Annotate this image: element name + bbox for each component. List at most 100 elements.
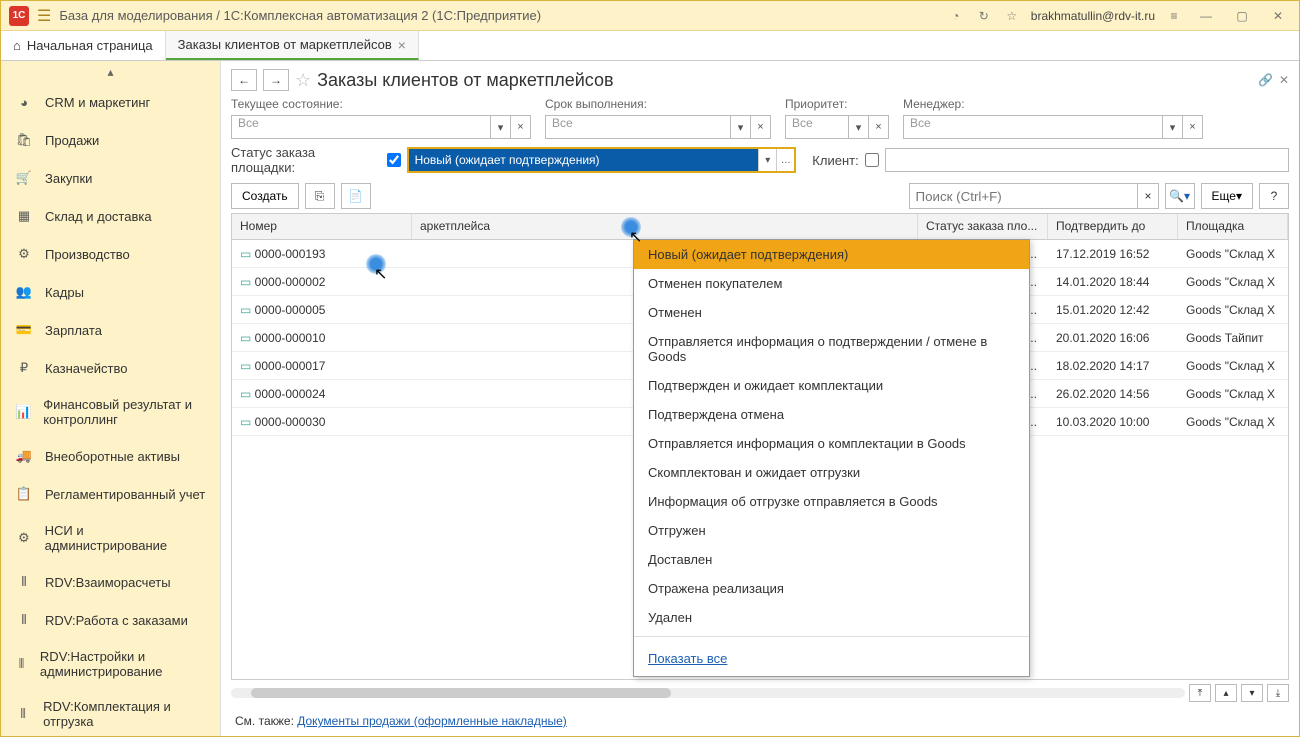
dropdown-option[interactable]: Доставлен bbox=[634, 545, 1029, 574]
sidebar-item[interactable]: ⦀RDV:Взаиморасчеты bbox=[1, 563, 220, 601]
sidebar-item[interactable]: 📊Финансовый результат и контроллинг bbox=[1, 387, 220, 437]
close-page-icon[interactable]: ✕ bbox=[1279, 73, 1289, 87]
status-filter-ellipsis-icon[interactable]: … bbox=[776, 149, 794, 171]
sidebar-item-icon: ₽ bbox=[15, 359, 33, 377]
dropdown-option[interactable]: Информация об отгрузке отправляется в Go… bbox=[634, 487, 1029, 516]
see-also: См. также: Документы продажи (оформленны… bbox=[231, 706, 1289, 736]
sidebar-item[interactable]: 🛍 Продажи bbox=[1, 121, 220, 159]
h-scrollbar[interactable] bbox=[231, 688, 1185, 698]
burger-menu-icon[interactable]: ☰ bbox=[37, 6, 51, 26]
sidebar-item[interactable]: ⦀RDV:Работа с заказами bbox=[1, 601, 220, 639]
filter-state-clear-icon[interactable]: × bbox=[511, 115, 531, 139]
user-email[interactable]: brakhmatullin@rdv-it.ru bbox=[1031, 9, 1155, 23]
logo-1c: 1C bbox=[9, 6, 29, 26]
bell-icon[interactable]: ◔ bbox=[947, 7, 965, 25]
search-clear-icon[interactable]: × bbox=[1138, 183, 1158, 209]
filter-priority-label: Приоритет: bbox=[785, 97, 889, 111]
col-number[interactable]: Номер bbox=[232, 214, 412, 239]
dropdown-option[interactable]: Отражена реализация bbox=[634, 574, 1029, 603]
nav-back-button[interactable]: ← bbox=[231, 69, 257, 91]
help-button[interactable]: ? bbox=[1259, 183, 1289, 209]
scroll-last-icon[interactable]: ⤓ bbox=[1267, 684, 1289, 702]
col-status[interactable]: Статус заказа пло... bbox=[918, 214, 1048, 239]
sidebar-item[interactable]: 💳Зарплата bbox=[1, 311, 220, 349]
create-button[interactable]: Создать bbox=[231, 183, 299, 209]
sidebar-item[interactable]: 👥Кадры bbox=[1, 273, 220, 311]
filter-manager-clear-icon[interactable]: × bbox=[1183, 115, 1203, 139]
see-also-link[interactable]: Документы продажи (оформленные накладные… bbox=[297, 714, 567, 728]
filter-deadline-input[interactable]: Все bbox=[545, 115, 731, 139]
col-site[interactable]: Площадка bbox=[1178, 214, 1288, 239]
tab-home[interactable]: ⌂ Начальная страница bbox=[1, 31, 166, 60]
document-icon: ▭ bbox=[240, 303, 251, 317]
filter-manager-input[interactable]: Все bbox=[903, 115, 1163, 139]
filter-priority-dropdown-icon[interactable]: ▾ bbox=[849, 115, 869, 139]
dropdown-option[interactable]: Новый (ожидает подтверждения) bbox=[634, 240, 1029, 269]
filter-priority-input[interactable]: Все bbox=[785, 115, 849, 139]
status-filter-checkbox[interactable] bbox=[387, 153, 401, 167]
sidebar-item[interactable]: ◕CRM и маркетинг bbox=[1, 83, 220, 121]
home-icon: ⌂ bbox=[13, 38, 21, 53]
dropdown-show-all-link[interactable]: Показать все bbox=[634, 641, 1029, 676]
filter-manager-dropdown-icon[interactable]: ▾ bbox=[1163, 115, 1183, 139]
tab-orders-label: Заказы клиентов от маркетплейсов bbox=[178, 37, 392, 52]
dropdown-option[interactable]: Подтверждена отмена bbox=[634, 400, 1029, 429]
sidebar-item[interactable]: ⚙Производство bbox=[1, 235, 220, 273]
close-button[interactable]: ✕ bbox=[1265, 6, 1291, 26]
dropdown-option[interactable]: Отгружен bbox=[634, 516, 1029, 545]
sidebar-item-label: НСИ и администрирование bbox=[45, 523, 206, 553]
sidebar-item[interactable]: ⦀ RDV:Настройки и администрирование bbox=[1, 639, 220, 689]
sidebar-item[interactable]: ₽Казначейство bbox=[1, 349, 220, 387]
sidebar-item[interactable]: ⦀RDV:Комплектация и отгрузка bbox=[1, 689, 220, 736]
dropdown-option[interactable]: Отменен покупателем bbox=[634, 269, 1029, 298]
tab-close-icon[interactable]: × bbox=[398, 37, 406, 53]
dropdown-option[interactable]: Подтвержден и ожидает комплектации bbox=[634, 371, 1029, 400]
col-confirm-by[interactable]: Подтвердить до bbox=[1048, 214, 1178, 239]
sidebar-item-label: Продажи bbox=[45, 133, 99, 148]
search-input[interactable] bbox=[909, 183, 1139, 209]
sidebar-item[interactable]: ⚙НСИ и администрирование bbox=[1, 513, 220, 563]
more-button[interactable]: Еще ▾ bbox=[1201, 183, 1253, 209]
sidebar-item[interactable]: ▦Склад и доставка bbox=[1, 197, 220, 235]
client-input[interactable] bbox=[885, 148, 1289, 172]
col-marketplace[interactable]: аркетплейса bbox=[412, 214, 918, 239]
filter-state-dropdown-icon[interactable]: ▾ bbox=[491, 115, 511, 139]
filter-deadline-clear-icon[interactable]: × bbox=[751, 115, 771, 139]
history-icon[interactable]: ↻ bbox=[975, 7, 993, 25]
status-filter-field[interactable]: ▾ … bbox=[407, 147, 797, 173]
status-filter-dropdown-icon[interactable]: ▾ bbox=[758, 149, 776, 171]
sidebar-item-icon: ⦀ bbox=[15, 573, 33, 591]
filter-deadline-dropdown-icon[interactable]: ▾ bbox=[731, 115, 751, 139]
dropdown-option[interactable]: Отменен bbox=[634, 298, 1029, 327]
action-button[interactable]: 📄 bbox=[341, 183, 371, 209]
sidebar-item-label: CRM и маркетинг bbox=[45, 95, 150, 110]
sidebar-item[interactable]: 📋Регламентированный учет bbox=[1, 475, 220, 513]
scroll-first-icon[interactable]: ⤒ bbox=[1189, 684, 1211, 702]
dropdown-option[interactable]: Удален bbox=[634, 603, 1029, 632]
scroll-up-icon[interactable]: ▴ bbox=[1215, 684, 1237, 702]
dropdown-option[interactable]: Отправляется информация о комплектации в… bbox=[634, 429, 1029, 458]
dropdown-option[interactable]: Скомплектован и ожидает отгрузки bbox=[634, 458, 1029, 487]
search-button[interactable]: 🔍▾ bbox=[1165, 183, 1195, 209]
dropdown-option[interactable]: Отправляется информация о подтверждении … bbox=[634, 327, 1029, 371]
sidebar-collapse-icon[interactable]: ▴ bbox=[1, 61, 220, 83]
minimize-button[interactable]: — bbox=[1193, 6, 1219, 26]
maximize-button[interactable]: ▢ bbox=[1229, 6, 1255, 26]
link-icon[interactable]: 🔗 bbox=[1258, 73, 1273, 87]
scroll-down-icon[interactable]: ▾ bbox=[1241, 684, 1263, 702]
copy-button[interactable]: ⎘ bbox=[305, 183, 335, 209]
tab-orders[interactable]: Заказы клиентов от маркетплейсов × bbox=[166, 31, 419, 60]
filter-priority-clear-icon[interactable]: × bbox=[869, 115, 889, 139]
client-checkbox[interactable] bbox=[865, 153, 879, 167]
sidebar-item[interactable]: 🚚Внеоборотные активы bbox=[1, 437, 220, 475]
star-icon[interactable]: ☆ bbox=[1003, 7, 1021, 25]
sidebar-item-icon: ⦀ bbox=[15, 655, 28, 673]
status-filter-input[interactable] bbox=[409, 149, 759, 171]
favorite-icon[interactable]: ☆ bbox=[295, 70, 311, 91]
filter-state-input[interactable]: Все bbox=[231, 115, 491, 139]
sidebar-item-icon: 🛍 bbox=[15, 131, 33, 149]
sidebar-item-label: RDV:Настройки и администрирование bbox=[40, 649, 206, 679]
sidebar-item[interactable]: 🛒Закупки bbox=[1, 159, 220, 197]
menu-icon[interactable]: ≡ bbox=[1165, 7, 1183, 25]
nav-forward-button[interactable]: → bbox=[263, 69, 289, 91]
